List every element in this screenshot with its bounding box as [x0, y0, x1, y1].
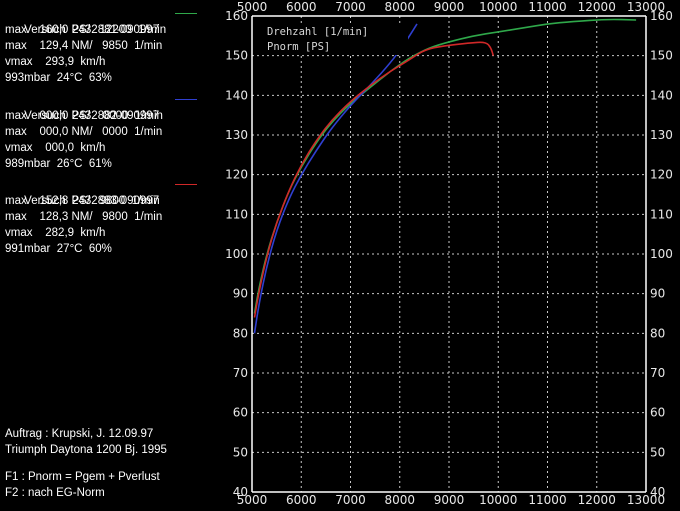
y-tick-label-left: 90 — [233, 287, 248, 301]
x-tick-label-top: 12000 — [578, 0, 616, 14]
y-tick-label-right: 50 — [650, 445, 665, 459]
y-tick-label-right: 160 — [650, 9, 673, 23]
x-tick-label-top: 6000 — [286, 0, 317, 14]
x-tick-label-top: 11000 — [528, 0, 566, 14]
y-tick-label-right: 110 — [650, 207, 673, 221]
y-tick-label-left: 150 — [225, 49, 248, 63]
series-line-green — [253, 18, 637, 314]
y-tick-label-left: 110 — [225, 207, 248, 221]
x-axis-title: Drehzahl [1/min] — [267, 26, 368, 38]
y-tick-label-left: 140 — [225, 88, 248, 102]
dyno-chart: 5000500060006000700070008000800090009000… — [225, 0, 673, 507]
y-tick-label-right: 40 — [650, 485, 665, 499]
x-tick-label-top: 9000 — [434, 0, 465, 14]
series — [253, 18, 637, 334]
x-tick-label-bottom: 6000 — [286, 493, 317, 507]
y-tick-label-left: 100 — [225, 247, 248, 261]
y-tick-label-right: 80 — [650, 326, 665, 340]
y-tick-label-right: 140 — [650, 88, 673, 102]
y-tick-label-left: 40 — [233, 485, 248, 499]
y-tick-label-left: 80 — [233, 326, 248, 340]
series-line-red — [253, 41, 495, 318]
x-tick-label-top: 10000 — [479, 0, 517, 14]
y-tick-label-left: 70 — [233, 366, 248, 380]
grid — [252, 16, 646, 492]
y-tick-label-right: 130 — [650, 128, 673, 142]
y-tick-label-left: 160 — [225, 9, 248, 23]
y-tick-label-left: 60 — [233, 406, 248, 420]
y-tick-label-right: 70 — [650, 366, 665, 380]
x-tick-label-bottom: 12000 — [578, 493, 616, 507]
y-tick-label-left: 120 — [225, 168, 248, 182]
y-tick-label-right: 120 — [650, 168, 673, 182]
x-tick-label-top: 7000 — [335, 0, 366, 14]
x-tick-label-bottom: 10000 — [479, 493, 517, 507]
y-tick-label-right: 150 — [650, 49, 673, 63]
x-tick-label-bottom: 7000 — [335, 493, 366, 507]
x-tick-label-bottom: 11000 — [528, 493, 566, 507]
x-tick-label-bottom: 8000 — [384, 493, 415, 507]
y-tick-label-right: 100 — [650, 247, 673, 261]
y-tick-label-right: 60 — [650, 406, 665, 420]
y-tick-label-left: 50 — [233, 445, 248, 459]
y-tick-label-right: 90 — [650, 287, 665, 301]
x-tick-label-top: 8000 — [384, 0, 415, 14]
y-axis-title: Pnorm [PS] — [267, 41, 330, 53]
y-tick-label-left: 130 — [225, 128, 248, 142]
x-tick-label-bottom: 9000 — [434, 493, 465, 507]
